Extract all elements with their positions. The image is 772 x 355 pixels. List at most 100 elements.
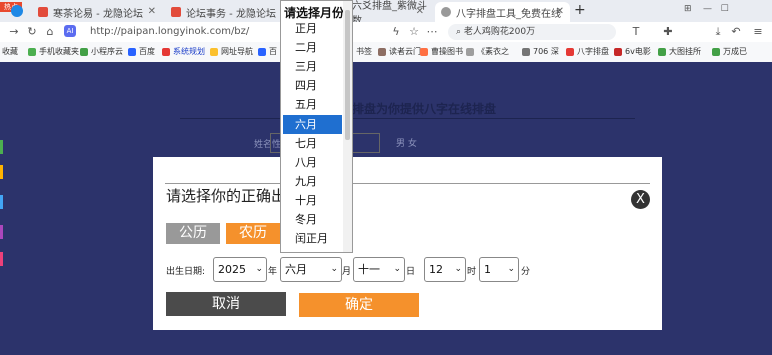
ai-icon[interactable]: AI xyxy=(64,25,76,37)
bookmark-item[interactable]: 系统规划 xyxy=(162,46,205,57)
bookmark-item[interactable]: 读者云门 xyxy=(378,46,421,57)
day-unit: 日 xyxy=(406,267,416,277)
minute-select[interactable]: 1 ⌄ xyxy=(479,257,519,282)
lunar-calendar-button[interactable]: 农历 xyxy=(226,223,280,244)
bookmark-icon xyxy=(712,47,720,56)
month-option[interactable]: 七月 xyxy=(283,134,342,153)
bookmark-item[interactable]: 百 xyxy=(258,46,277,57)
more-icon[interactable]: ⋯ xyxy=(426,26,438,38)
side-dock-icon[interactable] xyxy=(0,195,3,209)
bookmark-item[interactable]: 百度 xyxy=(128,46,155,57)
new-tab-icon[interactable]: + xyxy=(574,2,586,18)
search-icon: ⌕ xyxy=(456,27,464,37)
chevron-down-icon: ⌄ xyxy=(330,264,338,274)
bookmark-item[interactable]: 手机收藏夹 xyxy=(28,46,79,57)
month-unit: 月 xyxy=(342,267,352,277)
side-dock-icon[interactable] xyxy=(0,252,3,266)
bookmark-item[interactable]: 八字排盘 xyxy=(566,46,609,57)
chevron-down-icon: ⌄ xyxy=(454,264,462,274)
bookmark-item[interactable]: 6v电影 xyxy=(614,46,651,57)
bookmark-item[interactable]: 曹操图书 xyxy=(420,46,463,57)
side-dock-icon[interactable] xyxy=(0,165,3,179)
title-divider xyxy=(180,118,635,119)
bookmark-item[interactable]: 小程序云 xyxy=(80,46,123,57)
gender-radio[interactable]: 男 女 xyxy=(396,136,417,149)
bookmark-icon xyxy=(466,47,474,56)
star-icon[interactable]: ☆ xyxy=(408,26,420,38)
hour-unit: 时 xyxy=(467,267,477,277)
bookmark-item[interactable]: 《素衣之 xyxy=(466,46,509,57)
modal-divider xyxy=(165,183,650,184)
download-icon[interactable]: ⤓ xyxy=(712,26,724,38)
bookmark-icon xyxy=(128,47,136,56)
bookmark-icon xyxy=(420,47,428,56)
menu-icon[interactable]: ≡ xyxy=(752,26,764,38)
month-option[interactable]: 正月 xyxy=(283,19,342,38)
birth-date-label: 出生日期: xyxy=(166,267,206,277)
search-input[interactable]: ⌕ 老人鸡购花200万 xyxy=(448,24,616,40)
side-dock-icon[interactable] xyxy=(0,140,3,154)
bookmark-icon xyxy=(210,47,218,56)
forward-icon[interactable]: → xyxy=(8,26,20,38)
bookmark-item[interactable]: 大图挂所 xyxy=(658,46,701,57)
bookmark-item[interactable]: 706 深 xyxy=(522,46,559,57)
home-icon[interactable]: ⌂ xyxy=(44,26,56,38)
month-option[interactable]: 三月 xyxy=(283,57,342,76)
side-dock-icon[interactable] xyxy=(0,225,3,239)
cancel-button[interactable]: 取消 xyxy=(166,292,286,316)
hour-select[interactable]: 12 ⌄ xyxy=(424,257,466,282)
undo-icon[interactable]: ↶ xyxy=(730,26,742,38)
month-option[interactable]: 八月 xyxy=(283,153,342,172)
month-option[interactable]: 十月 xyxy=(283,191,342,210)
tab-liuyao[interactable]: 六爻排盘_紫微斗数 ✕ xyxy=(350,1,430,27)
tab-bazi[interactable]: 八字排盘工具_免费在线生辰八 ✕ xyxy=(435,2,570,22)
month-option[interactable]: 闰正月 xyxy=(283,229,342,248)
forum-favicon-icon xyxy=(171,7,181,17)
bookmark-icon xyxy=(162,47,170,56)
month-option[interactable]: 二月 xyxy=(283,38,342,57)
chevron-down-icon: ⌄ xyxy=(255,264,263,274)
tab-hancha[interactable]: 寒茶论易 - 龙隐论坛 ✕ xyxy=(32,2,162,22)
bookmark-item[interactable]: 书签 xyxy=(356,46,372,57)
modal-title: 请选择你的正确出 xyxy=(166,187,287,205)
chevron-down-icon: ⌄ xyxy=(507,264,515,274)
bookmark-icon xyxy=(658,47,666,56)
month-option[interactable]: 四月 xyxy=(283,76,342,95)
forum-favicon-icon xyxy=(38,7,48,17)
tab-forum-affairs[interactable]: 论坛事务 - 龙隐论坛 ✕ xyxy=(165,2,295,22)
scrollbar-thumb[interactable] xyxy=(345,10,350,140)
year-select[interactable]: 2025 ⌄ xyxy=(213,257,267,282)
solar-calendar-button[interactable]: 公历 xyxy=(166,223,220,244)
globe-icon xyxy=(441,7,451,17)
chevron-down-icon: ⌄ xyxy=(393,264,401,274)
day-select[interactable]: 十一 ⌄ xyxy=(353,257,405,282)
tab-close-icon[interactable]: ✕ xyxy=(416,6,424,17)
extensions-icon[interactable]: ✚ xyxy=(662,26,674,38)
bookmark-icon xyxy=(28,47,36,56)
month-select[interactable]: 六月 ⌄ xyxy=(280,257,342,282)
address-bar[interactable]: http://paipan.longyinok.com/bz/ xyxy=(90,24,270,40)
bookmark-icon xyxy=(258,47,266,56)
month-option[interactable]: 五月 xyxy=(283,95,342,114)
tab-close-icon[interactable]: ✕ xyxy=(148,6,156,17)
month-option[interactable]: 九月 xyxy=(283,172,342,191)
bookmark-item[interactable]: 收藏 xyxy=(2,46,18,57)
bookmark-item[interactable]: 网址导航 xyxy=(210,46,253,57)
confirm-button[interactable]: 确定 xyxy=(299,293,419,317)
year-unit: 年 xyxy=(268,267,278,277)
month-option-selected[interactable]: 六月 xyxy=(283,115,342,134)
page-title: 排盘为你提供八字在线排盘 xyxy=(352,102,497,116)
tab-close-icon[interactable]: ✕ xyxy=(556,6,564,17)
bookmark-icon xyxy=(80,47,88,56)
close-button[interactable]: X xyxy=(631,190,650,209)
window-controls[interactable]: ⊞ — ☐ xyxy=(684,4,729,14)
bookmark-icon xyxy=(566,47,574,56)
month-option[interactable]: 冬月 xyxy=(283,210,342,229)
bookmark-icon xyxy=(378,47,386,56)
bookmark-item[interactable]: 万成已 xyxy=(712,46,747,57)
browser-logo-icon[interactable] xyxy=(11,5,23,17)
lightning-icon[interactable]: ϟ xyxy=(390,26,402,38)
bookmark-icon xyxy=(522,47,530,56)
translate-icon[interactable]: T xyxy=(630,26,642,38)
reload-icon[interactable]: ↻ xyxy=(26,26,38,38)
